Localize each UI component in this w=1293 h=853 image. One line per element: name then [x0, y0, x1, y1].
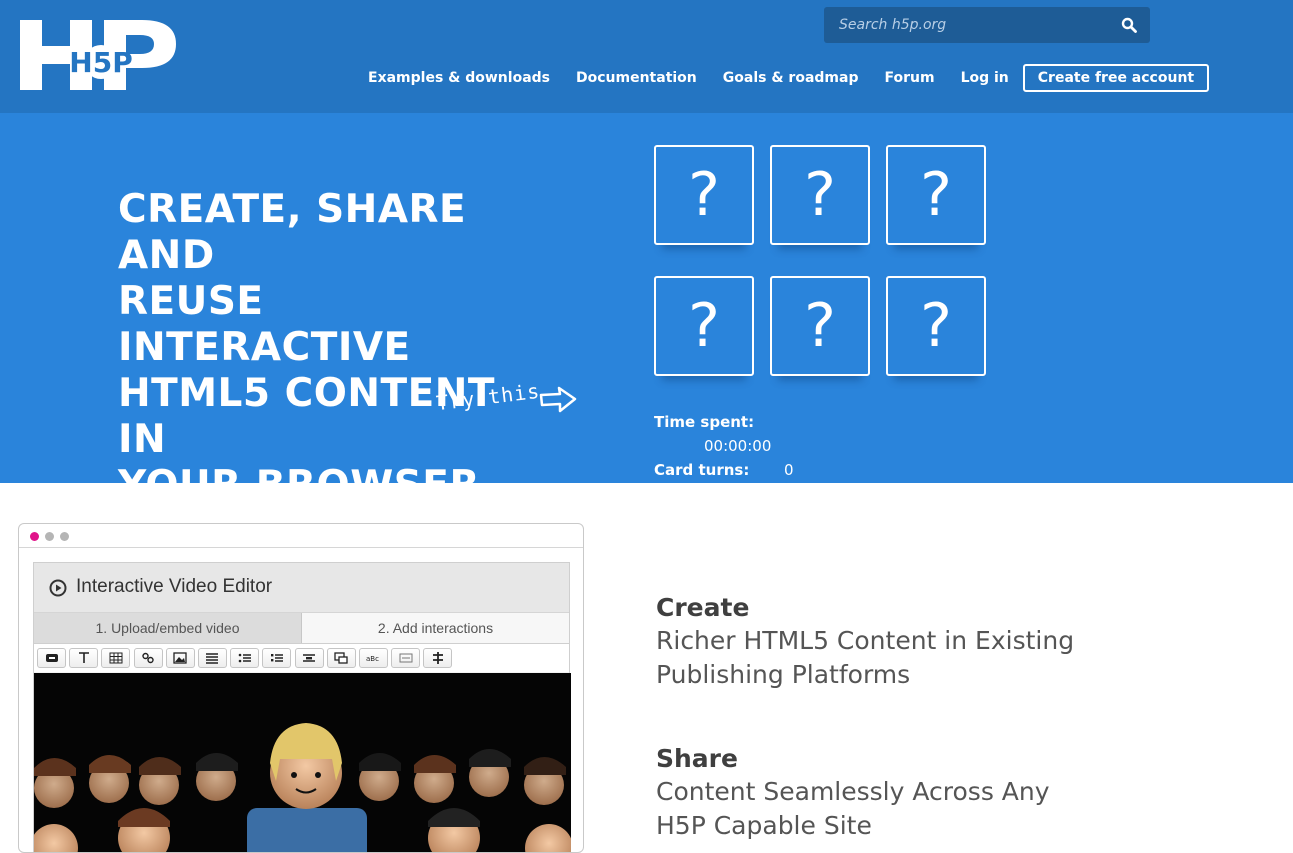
arrow-right-icon	[539, 386, 577, 413]
editor-title: Interactive Video Editor	[76, 576, 273, 597]
main-nav: Examples & downloads Documentation Goals…	[355, 63, 1210, 93]
window-titlebar	[19, 524, 583, 548]
text-icon[interactable]	[69, 648, 99, 668]
multi-choice-icon[interactable]	[262, 648, 292, 668]
memory-card[interactable]: ?	[886, 276, 986, 376]
logo-text: H5P	[69, 46, 132, 79]
play-circle-icon	[49, 579, 67, 597]
window-dot	[30, 532, 39, 541]
drag-drop-icon[interactable]	[423, 648, 453, 668]
window-dot	[45, 532, 54, 541]
feature-title: Share	[656, 744, 738, 773]
nav-login[interactable]: Log in	[961, 70, 1009, 86]
editor-screenshot: Interactive Video Editor 1. Upload/embed…	[18, 523, 584, 853]
svg-text:aBc: aBc	[366, 655, 379, 663]
feature-description: Richer HTML5 Content in Existing Publish…	[656, 626, 1075, 689]
tab-upload-video[interactable]: 1. Upload/embed video	[34, 613, 302, 643]
hero-title-line: HTML5 CONTENT IN	[118, 371, 496, 462]
card-turns-label: Card turns:	[654, 461, 750, 479]
search-box	[824, 7, 1150, 43]
search-icon[interactable]	[1121, 17, 1137, 33]
label-icon[interactable]	[37, 648, 66, 668]
table-icon[interactable]	[101, 648, 131, 668]
hero-title-line: REUSE INTERACTIVE	[118, 279, 411, 370]
toy-figures-image	[34, 673, 571, 852]
time-spent-value: 00:00:00	[704, 437, 772, 455]
mark-words-icon[interactable]	[391, 648, 421, 668]
nav-goals-roadmap[interactable]: Goals & roadmap	[723, 70, 859, 86]
h5p-logo[interactable]: H5P	[20, 20, 180, 90]
hero-title-line: CREATE, SHARE AND	[118, 187, 467, 278]
feature-description: Content Seamlessly Across Any H5P Capabl…	[656, 777, 1050, 840]
feature-share: Share Content Seamlessly Across Any H5P …	[656, 743, 1076, 843]
card-turns-row: Card turns: 0	[654, 461, 794, 479]
video-preview[interactable]	[34, 673, 571, 852]
memory-card[interactable]: ?	[770, 145, 870, 245]
nav-forum[interactable]: Forum	[884, 70, 934, 86]
feature-create: Create Richer HTML5 Content in Existing …	[656, 592, 1076, 692]
hero-title: CREATE, SHARE AND REUSE INTERACTIVE HTML…	[118, 187, 538, 509]
memory-card[interactable]: ?	[886, 145, 986, 245]
card-turns-value: 0	[784, 461, 794, 479]
image-icon[interactable]	[165, 648, 195, 668]
summary-icon[interactable]	[326, 648, 356, 668]
hero-title-line: YOUR BROWSER	[118, 463, 480, 508]
feature-title: Create	[656, 593, 750, 622]
time-spent-label: Time spent:	[654, 413, 755, 431]
editor-header: Interactive Video Editor	[34, 563, 569, 613]
site-header: H5P Examples & downloads Documentation G…	[0, 0, 1293, 113]
search-input[interactable]	[824, 7, 1114, 43]
editor-tabs: 1. Upload/embed video 2. Add interaction…	[34, 613, 569, 644]
nav-documentation[interactable]: Documentation	[576, 70, 697, 86]
memory-card[interactable]: ?	[770, 276, 870, 376]
tab-add-interactions[interactable]: 2. Add interactions	[302, 613, 569, 643]
memory-card[interactable]: ?	[654, 276, 754, 376]
hero-section: CREATE, SHARE AND REUSE INTERACTIVE HTML…	[0, 113, 1293, 508]
editor-toolbar: aBc	[34, 644, 569, 672]
statements-icon[interactable]	[197, 648, 227, 668]
interactive-video-editor: Interactive Video Editor 1. Upload/embed…	[33, 562, 571, 852]
window-dot	[60, 532, 69, 541]
nav-examples-downloads[interactable]: Examples & downloads	[368, 70, 550, 86]
link-icon[interactable]	[133, 648, 163, 668]
drag-text-icon[interactable]	[294, 648, 324, 668]
single-choice-icon[interactable]	[230, 648, 260, 668]
fill-blanks-icon[interactable]: aBc	[358, 648, 388, 668]
memory-card[interactable]: ?	[654, 145, 754, 245]
create-account-button[interactable]: Create free account	[1022, 64, 1210, 92]
